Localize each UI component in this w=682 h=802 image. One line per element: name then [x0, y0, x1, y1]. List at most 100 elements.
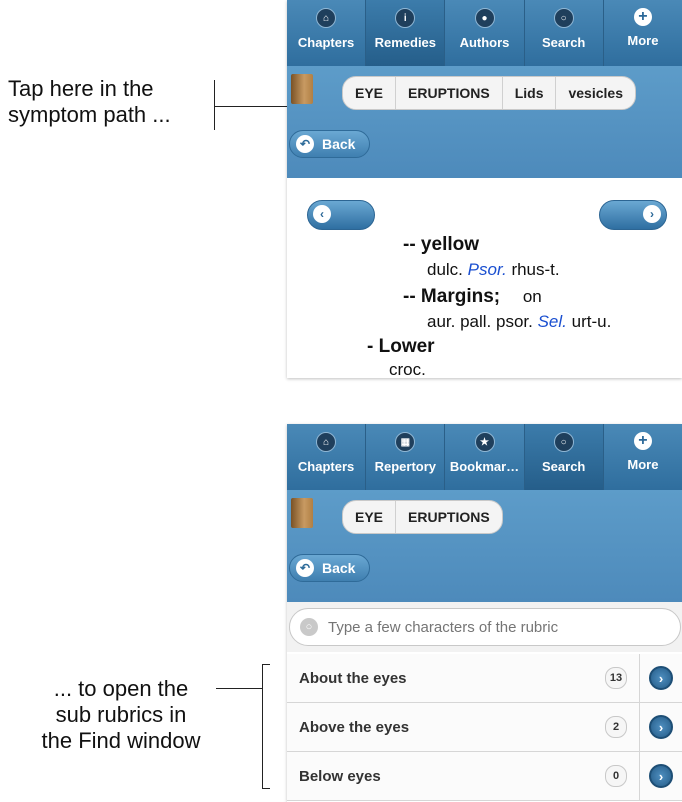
- remedy-psor[interactable]: Psor.: [468, 260, 507, 279]
- home-icon: ⌂: [316, 432, 337, 452]
- back-button[interactable]: ↶ Back: [289, 130, 371, 158]
- list-item-label: About the eyes: [299, 669, 407, 687]
- nav-chapters-label: Chapters: [297, 35, 355, 50]
- search-icon: ○: [553, 8, 574, 28]
- repertory-content: ‹ › -- yellow dulc. Psor. rhus-t. -- Mar…: [287, 178, 682, 378]
- back-button[interactable]: ↶ Back: [289, 554, 371, 582]
- count-badge: 2: [605, 716, 627, 738]
- breadcrumb-eruptions[interactable]: ERUPTIONS: [396, 77, 503, 109]
- screen-repertory-view: ⌂ Chapters i Remedies ● Authors ○ Search…: [287, 0, 682, 378]
- list-item-label: Above the eyes: [299, 718, 410, 736]
- star-icon: ★: [474, 432, 495, 452]
- nav-remedies-label: Remedies: [374, 35, 437, 50]
- nav-search[interactable]: ○ Search: [524, 424, 604, 490]
- callout-top-line1: Tap here in the: [8, 76, 154, 101]
- count-badge: 0: [605, 765, 627, 787]
- chevron-right-icon: ›: [649, 715, 673, 739]
- sub-rubric-list: About the eyes 13 › Above the eyes 2 › B…: [287, 654, 682, 801]
- list-item[interactable]: Above the eyes 2 ›: [287, 703, 682, 752]
- nav-authors-label: Authors: [459, 35, 510, 50]
- callout-bottom-bracket-bottom: [262, 788, 270, 789]
- chevron-right-icon: ›: [649, 666, 673, 690]
- remedy-dulc[interactable]: dulc.: [427, 260, 463, 279]
- breadcrumb-eye[interactable]: EYE: [343, 501, 397, 533]
- rubric-margins-suffix: on: [522, 287, 542, 306]
- callout-bottom-line2: sub rubrics in: [55, 702, 187, 727]
- remedies-group[interactable]: aur. pall. psor.: [427, 312, 533, 331]
- breadcrumb: EYE ERUPTIONS Lids vesicles: [342, 76, 636, 110]
- list-item[interactable]: About the eyes 13 ›: [287, 654, 682, 703]
- chevron-right-icon: ›: [649, 764, 673, 788]
- nav-search[interactable]: ○ Search: [525, 0, 604, 66]
- chevron-left-icon: ‹: [313, 205, 331, 223]
- screen-find-window: ⌂ Chapters ▦ Repertory ★ Bookmar… ○ Sear…: [287, 424, 682, 802]
- nav-bookmarks[interactable]: ★ Bookmar…: [445, 424, 525, 490]
- remedies-yellow: dulc. Psor. rhus-t.: [427, 260, 560, 280]
- search-icon: ○: [553, 432, 574, 452]
- rubric-margins[interactable]: -- Margins;: [403, 286, 500, 307]
- search-icon: ○: [300, 618, 318, 636]
- open-button[interactable]: ›: [639, 654, 682, 702]
- book-icon[interactable]: [291, 498, 313, 528]
- breadcrumb-eye[interactable]: EYE: [343, 77, 397, 109]
- back-arrow-icon: ↶: [296, 135, 314, 153]
- breadcrumb: EYE ERUPTIONS: [342, 500, 503, 534]
- home-icon: ⌂: [316, 8, 337, 28]
- callout-top-bracket: [214, 80, 215, 130]
- remedies-margins: aur. pall. psor. Sel. urt-u.: [427, 312, 611, 332]
- rubric-yellow[interactable]: -- yellow: [403, 234, 479, 256]
- callout-bottom-bracket-top: [262, 664, 270, 665]
- remedy-urt-u[interactable]: urt-u.: [572, 312, 612, 331]
- remedy-rhus-t[interactable]: rhus-t.: [511, 260, 559, 279]
- nav-search-label: Search: [542, 35, 586, 50]
- grid-icon: ▦: [395, 432, 416, 452]
- callout-top: Tap here in the symptom path ...: [8, 76, 218, 128]
- plus-icon: +: [633, 432, 652, 450]
- callout-bottom-line3: the Find window: [41, 728, 201, 753]
- callout-bottom-bracket: [262, 664, 263, 788]
- nav-more-label: More: [627, 33, 659, 48]
- back-button-label: Back: [322, 560, 356, 576]
- breadcrumb-eruptions[interactable]: ERUPTIONS: [396, 501, 502, 533]
- nav-repertory[interactable]: ▦ Repertory: [366, 424, 446, 490]
- back-arrow-icon: ↶: [296, 559, 314, 577]
- list-item-label: Below eyes: [299, 767, 381, 785]
- callout-bottom-pointer: [216, 688, 262, 689]
- next-page-button[interactable]: ›: [599, 200, 667, 230]
- remedy-sel[interactable]: Sel.: [538, 312, 567, 331]
- author-icon: ●: [474, 8, 495, 28]
- open-button[interactable]: ›: [639, 752, 682, 800]
- rubric-search-box[interactable]: ○: [289, 608, 681, 646]
- nav-more[interactable]: + More: [604, 0, 682, 66]
- nav-bar: ⌂ Chapters ▦ Repertory ★ Bookmar… ○ Sear…: [287, 424, 682, 490]
- header: EYE ERUPTIONS Lids vesicles ↶ Back: [287, 66, 682, 178]
- breadcrumb-lids[interactable]: Lids: [503, 77, 557, 109]
- remedy-croc[interactable]: croc.: [389, 360, 426, 378]
- header: EYE ERUPTIONS ↶ Back: [287, 490, 682, 602]
- rubric-lower[interactable]: - Lower: [367, 336, 435, 358]
- nav-chapters[interactable]: ⌂ Chapters: [287, 0, 367, 66]
- nav-more-label: More: [627, 457, 659, 472]
- nav-repertory-label: Repertory: [374, 459, 437, 474]
- rubric-margins-row: -- Margins; on: [403, 286, 542, 308]
- nav-remedies[interactable]: i Remedies: [366, 0, 446, 66]
- prev-page-button[interactable]: ‹: [307, 200, 375, 230]
- nav-search-label: Search: [542, 459, 586, 474]
- callout-bottom: ... to open the sub rubrics in the Find …: [16, 676, 226, 754]
- plus-icon: +: [633, 8, 652, 26]
- nav-chapters[interactable]: ⌂ Chapters: [287, 424, 367, 490]
- callout-top-line2: symptom path ...: [8, 102, 171, 127]
- breadcrumb-vesicles[interactable]: vesicles: [556, 77, 635, 109]
- nav-more[interactable]: + More: [604, 424, 682, 490]
- info-icon: i: [395, 8, 416, 28]
- rubric-search-input[interactable]: [326, 617, 650, 637]
- nav-chapters-label: Chapters: [297, 459, 355, 474]
- list-item[interactable]: Below eyes 0 ›: [287, 752, 682, 801]
- nav-bookmarks-label: Bookmar…: [449, 459, 520, 474]
- nav-bar: ⌂ Chapters i Remedies ● Authors ○ Search…: [287, 0, 682, 66]
- book-icon[interactable]: [291, 74, 313, 104]
- back-button-label: Back: [322, 136, 356, 152]
- open-button[interactable]: ›: [639, 703, 682, 751]
- count-badge: 13: [605, 667, 627, 689]
- nav-authors[interactable]: ● Authors: [445, 0, 525, 66]
